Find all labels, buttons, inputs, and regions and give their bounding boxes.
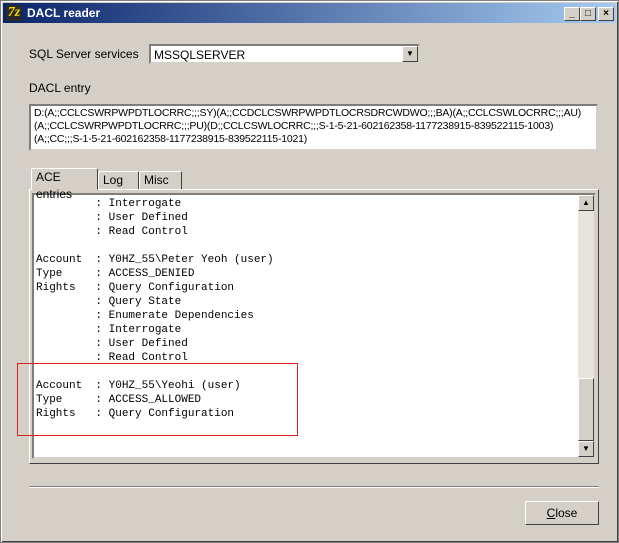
scroll-down-icon[interactable]: ▼ (578, 441, 594, 457)
ace-line (36, 239, 274, 253)
chevron-down-icon[interactable]: ▼ (402, 46, 418, 62)
ace-line: : Interrogate (36, 324, 182, 336)
highlight-box (17, 363, 298, 436)
minimize-button[interactable]: _ (564, 7, 580, 21)
close-window-button[interactable]: × (598, 7, 614, 21)
ace-line: : Enumerate Dependencies (36, 310, 254, 322)
maximize-button[interactable]: □ (580, 7, 596, 21)
app-icon: 7z (6, 5, 22, 21)
ace-line: : User Defined (36, 212, 188, 224)
tab-misc[interactable]: Misc (139, 171, 182, 190)
services-select[interactable]: MSSQLSERVER ▼ (149, 44, 420, 64)
window-title: DACL reader (27, 6, 101, 20)
ace-line: Type : ACCESS_DENIED (36, 268, 195, 280)
services-label: SQL Server services (29, 47, 139, 61)
scroll-up-icon[interactable]: ▲ (578, 195, 594, 211)
dacl-reader-window: 7z DACL reader _ □ × SQL Server services… (0, 0, 619, 543)
close-button-label: lose (555, 506, 578, 520)
ace-line: Rights : Query Configuration (36, 282, 235, 294)
tab-ace-entries[interactable]: ACE entries (31, 168, 98, 201)
title-bar[interactable]: 7z DACL reader _ □ × (3, 3, 616, 23)
separator (29, 486, 599, 488)
ace-line: Account : Y0HZ_55\Peter Yeoh (user) (36, 254, 274, 266)
services-selected-value: MSSQLSERVER (154, 48, 246, 62)
ace-line: : Query State (36, 296, 182, 308)
dacl-entry-text: D:(A;;CCLCSWRPWPDTLOCRRC;;;SY)(A;;CCDCLC… (34, 107, 582, 145)
vertical-scrollbar[interactable]: ▲ ▼ (578, 195, 594, 457)
dacl-label: DACL entry (29, 81, 91, 95)
ace-line: : User Defined (36, 338, 188, 350)
ace-line: : Read Control (36, 226, 188, 238)
dacl-entry-field[interactable]: D:(A;;CCLCSWRPWPDTLOCRRC;;;SY)(A;;CCDCLC… (29, 104, 598, 151)
close-button[interactable]: Close (525, 501, 599, 525)
scroll-thumb[interactable] (578, 378, 594, 441)
tab-log[interactable]: Log (98, 171, 139, 190)
